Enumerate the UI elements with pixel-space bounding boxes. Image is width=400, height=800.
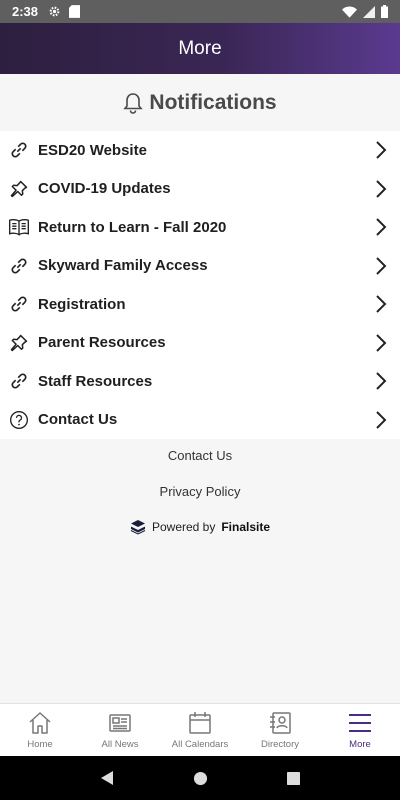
menu-item-label: Return to Learn - Fall 2020 — [38, 218, 227, 236]
app-header: More — [0, 23, 400, 74]
menu-item-contact-us[interactable]: Contact Us — [0, 401, 400, 440]
menu-item-label: Staff Resources — [38, 372, 153, 390]
link-icon — [8, 139, 30, 161]
chevron-right-icon — [376, 372, 387, 390]
tab-label: Directory — [260, 739, 299, 750]
page-title: More — [178, 37, 222, 59]
sd-card-icon — [69, 5, 81, 18]
menu-item-parent-resources[interactable]: Parent Resources — [0, 324, 400, 363]
calendar-icon — [189, 712, 211, 734]
menu-item-staff-resources[interactable]: Staff Resources — [0, 362, 400, 401]
tab-label: All Calendars — [171, 739, 229, 750]
tab-more[interactable]: More — [320, 704, 400, 756]
tab-label: All News — [101, 739, 139, 750]
tab-directory[interactable]: Directory — [240, 704, 320, 756]
powered-by-finalsite[interactable]: Powered by Finalsite — [0, 510, 400, 544]
status-bar: 2:38 — [0, 0, 400, 23]
notifications-title: Notifications — [149, 90, 277, 114]
footer-contact-us-link[interactable]: Contact Us — [0, 438, 400, 474]
menu-item-label: Skyward Family Access — [38, 257, 208, 275]
pin-icon — [8, 178, 30, 200]
chevron-right-icon — [376, 295, 387, 313]
link-icon — [8, 293, 30, 315]
powered-by-text: Powered by — [151, 520, 216, 534]
home-icon — [29, 712, 51, 734]
settings-gear-icon — [49, 6, 60, 17]
directory-icon — [270, 712, 291, 734]
menu-item-label: Contact Us — [38, 411, 118, 429]
news-icon — [109, 714, 131, 732]
chevron-right-icon — [376, 334, 387, 352]
chevron-right-icon — [376, 257, 387, 275]
menu-item-label: COVID-19 Updates — [38, 180, 171, 198]
menu-item-esd20-website[interactable]: ESD20 Website — [0, 131, 400, 170]
tab-label: Home — [27, 739, 53, 750]
menu-item-covid-19-updates[interactable]: COVID-19 Updates — [0, 170, 400, 209]
notifications-link[interactable]: Notifications — [0, 74, 400, 131]
signal-icon — [363, 5, 375, 18]
help-icon — [8, 409, 30, 431]
menu-item-label: Registration — [38, 295, 126, 313]
finalsite-brand: Finalsite — [221, 520, 271, 534]
footer-privacy-policy-link[interactable]: Privacy Policy — [0, 474, 400, 510]
status-time: 2:38 — [12, 4, 39, 19]
chevron-right-icon — [376, 180, 387, 198]
link-icon — [8, 255, 30, 277]
wifi-icon — [342, 5, 357, 18]
menu-item-label: ESD20 Website — [38, 141, 147, 159]
pin-icon — [8, 332, 30, 354]
finalsite-logo-icon — [130, 520, 146, 535]
more-menu-list: ESD20 Website COVID-19 Updates Return to… — [0, 131, 400, 439]
bell-icon — [123, 92, 144, 114]
menu-item-return-to-learn[interactable]: Return to Learn - Fall 2020 — [0, 208, 400, 247]
link-icon — [8, 370, 30, 392]
battery-icon — [381, 5, 388, 18]
system-nav-bar — [0, 756, 400, 800]
tab-all-news[interactable]: All News — [80, 704, 160, 756]
tab-home[interactable]: Home — [0, 704, 80, 756]
chevron-right-icon — [376, 411, 387, 429]
book-icon — [8, 216, 30, 238]
home-circle-icon[interactable] — [193, 771, 208, 786]
chevron-right-icon — [376, 218, 387, 236]
menu-item-skyward-family-access[interactable]: Skyward Family Access — [0, 247, 400, 286]
chevron-right-icon — [376, 141, 387, 159]
recents-square-icon[interactable] — [287, 771, 301, 785]
tab-label: More — [349, 739, 371, 750]
bottom-tab-bar: Home All News All Calendars Directory Mo… — [0, 703, 400, 756]
tab-all-calendars[interactable]: All Calendars — [160, 704, 240, 756]
menu-hamburger-icon — [349, 714, 371, 732]
back-icon[interactable] — [100, 770, 114, 786]
menu-item-registration[interactable]: Registration — [0, 285, 400, 324]
footer: Contact Us Privacy Policy Powered by Fina… — [0, 438, 400, 544]
menu-item-label: Parent Resources — [38, 334, 166, 352]
